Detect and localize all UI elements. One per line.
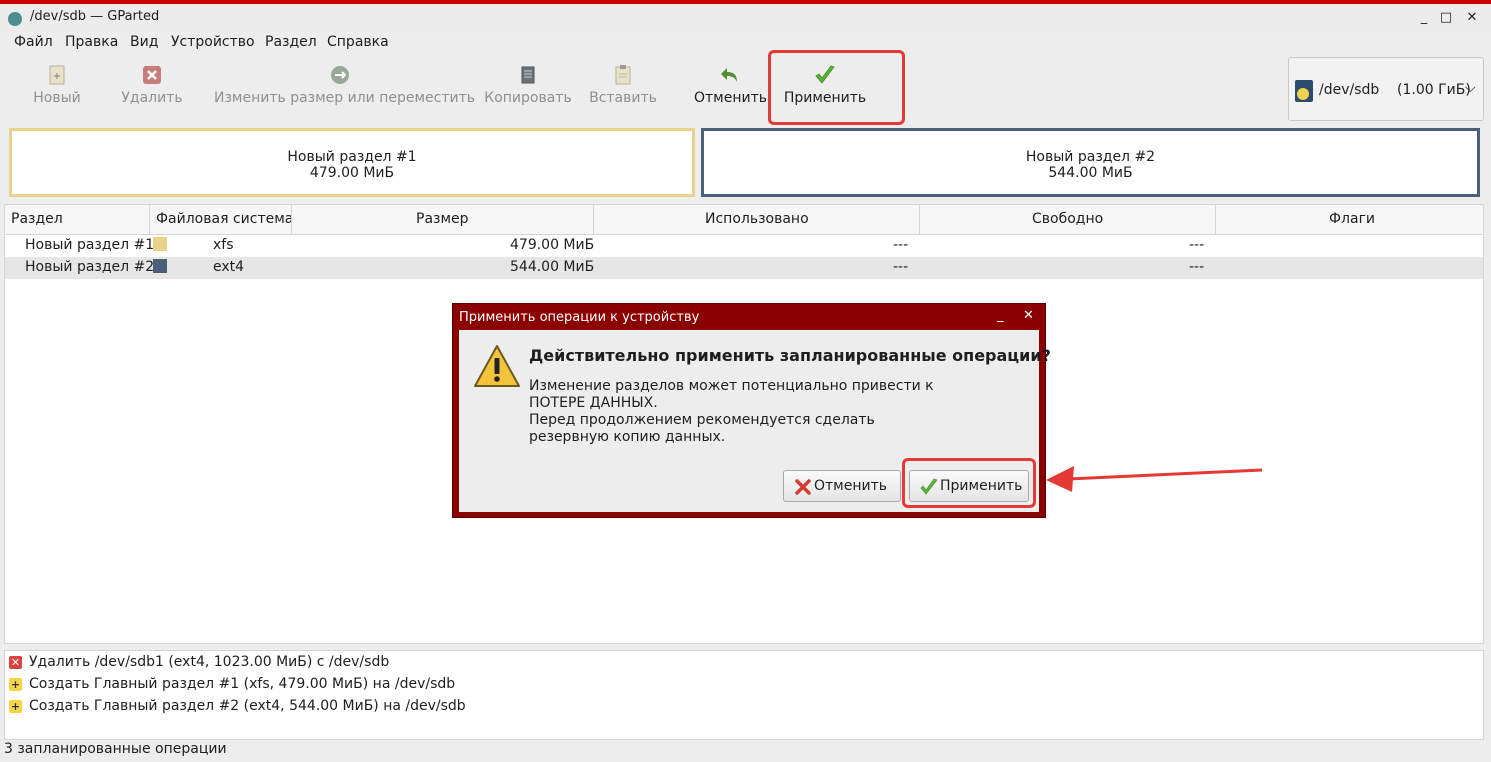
paste-button[interactable]: Вставить <box>588 56 658 122</box>
column-header-free[interactable]: Свободно <box>1032 211 1103 227</box>
cell-partition: Новый раздел #2 <box>25 259 155 275</box>
partition-map-size: 479.00 МиБ <box>309 165 395 181</box>
cell-free: --- <box>1189 259 1205 275</box>
table-row[interactable]: Новый раздел #2 ext4 544.00 МиБ --- --- <box>5 257 1483 279</box>
column-header-size[interactable]: Размер <box>416 211 469 227</box>
menu-bar: Файл Правка Вид Устройство Раздел Справк… <box>0 32 1491 54</box>
cell-partition: Новый раздел #1 <box>25 237 155 253</box>
menu-partition[interactable]: Раздел <box>265 34 317 50</box>
column-header-flags[interactable]: Флаги <box>1329 211 1375 227</box>
cancel-x-icon <box>795 479 811 495</box>
resize-move-button[interactable]: Изменить размер или переместить <box>214 56 475 122</box>
partition-map-block[interactable]: Новый раздел #2 544.00 МиБ <box>701 128 1480 197</box>
cell-used: --- <box>893 259 909 275</box>
copy-icon <box>521 66 535 84</box>
device-size: (1.00 ГиБ) <box>1397 82 1471 98</box>
column-header-partition[interactable]: Раздел <box>11 211 63 227</box>
create-operation-icon: + <box>9 678 22 691</box>
table-header: Раздел Файловая система Размер Использов… <box>5 205 1483 235</box>
create-operation-icon: + <box>9 700 22 713</box>
title-bar: /dev/sdb — GParted _ □ ✕ <box>0 0 1491 32</box>
menu-file[interactable]: Файл <box>14 34 53 50</box>
copy-button[interactable]: Копировать <box>484 56 572 122</box>
chevron-down-icon: ⌵ <box>1465 80 1476 96</box>
new-partition-icon: + <box>49 65 65 85</box>
partition-color-swatch <box>153 259 167 273</box>
cell-free: --- <box>1189 237 1205 253</box>
annotation-arrow-icon <box>1046 466 1263 492</box>
resize-move-icon <box>331 66 349 84</box>
gparted-app-icon <box>8 12 22 26</box>
column-header-used[interactable]: Использовано <box>705 211 809 227</box>
delete-icon <box>143 66 161 84</box>
device-selector[interactable]: /dev/sdb (1.00 ГиБ) ⌵ <box>1288 57 1484 121</box>
new-button[interactable]: + Новый <box>26 56 88 122</box>
minimize-button[interactable]: _ <box>1414 8 1434 28</box>
window-title: /dev/sdb — GParted <box>30 9 160 24</box>
svg-text:+: + <box>53 71 61 82</box>
dialog-minimize-button[interactable]: _ <box>997 308 1004 323</box>
cell-size: 544.00 МиБ <box>510 259 595 275</box>
pending-operations-list: ✕ Удалить /dev/sdb1 (ext4, 1023.00 МиБ) … <box>4 650 1484 740</box>
undo-button[interactable]: Отменить <box>694 56 767 122</box>
dialog-cancel-button[interactable]: Отменить <box>783 470 901 502</box>
cell-filesystem: ext4 <box>213 259 245 275</box>
apply-highlight-annotation <box>768 50 905 125</box>
maximize-button[interactable]: □ <box>1436 8 1456 28</box>
delete-button[interactable]: Удалить <box>118 56 186 122</box>
dialog-heading: Действительно применить запланированные … <box>529 346 1051 365</box>
close-button[interactable]: ✕ <box>1462 8 1482 28</box>
dialog-message: Изменение разделов может потенциально пр… <box>529 378 934 445</box>
cell-used: --- <box>893 237 909 253</box>
menu-device[interactable]: Устройство <box>171 34 255 50</box>
device-name: /dev/sdb <box>1319 82 1380 98</box>
delete-operation-icon: ✕ <box>9 656 22 669</box>
menu-edit[interactable]: Правка <box>65 34 118 50</box>
cell-size: 479.00 МиБ <box>510 237 595 253</box>
column-header-filesystem[interactable]: Файловая система <box>156 211 293 227</box>
menu-view[interactable]: Вид <box>130 34 158 50</box>
menu-help[interactable]: Справка <box>327 34 389 50</box>
warning-icon <box>474 345 520 387</box>
partition-map-name: Новый раздел #2 <box>1025 149 1156 165</box>
partition-map-size: 544.00 МиБ <box>1048 165 1133 181</box>
paste-icon <box>615 65 631 85</box>
status-bar: 3 запланированные операции <box>4 741 227 757</box>
partition-map-name: Новый раздел #1 <box>287 149 417 165</box>
partition-color-swatch <box>153 237 167 251</box>
dialog-title: Применить операции к устройству <box>459 310 700 325</box>
toolbar: + Новый Удалить Изменить размер или пере… <box>0 56 1491 126</box>
cell-filesystem: xfs <box>213 237 234 253</box>
undo-icon <box>721 68 737 82</box>
dialog-apply-highlight-annotation <box>902 458 1036 508</box>
hard-disk-icon <box>1295 80 1313 102</box>
dialog-close-button[interactable]: ✕ <box>1023 308 1034 323</box>
table-row[interactable]: Новый раздел #1 xfs 479.00 МиБ --- --- <box>5 235 1483 257</box>
partition-map-block[interactable]: Новый раздел #1 479.00 МиБ <box>9 128 695 197</box>
